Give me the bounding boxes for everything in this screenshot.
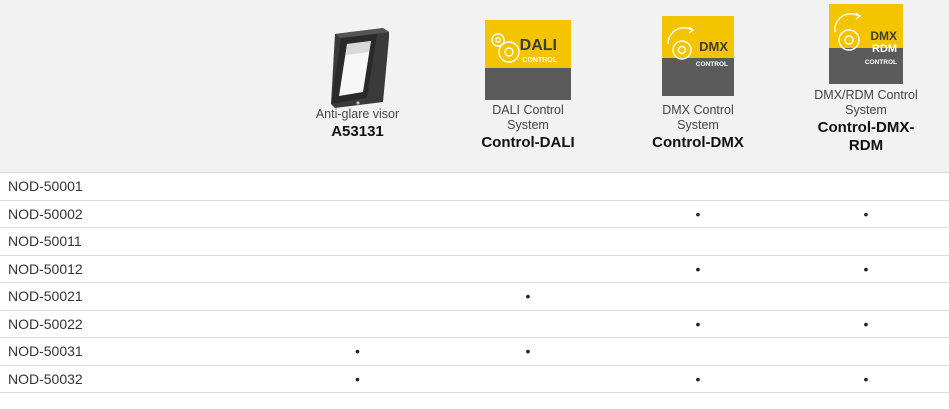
compatibility-mark: • bbox=[525, 343, 531, 360]
row-model-name: NOD-50022 bbox=[8, 315, 83, 332]
compatibility-mark: • bbox=[863, 205, 869, 222]
header-col-dmx-rdm: DMX RDM CONTROL DMX/RDM Control System C… bbox=[783, 0, 949, 172]
header-empty-cell bbox=[0, 0, 272, 172]
dali-subtitle: DALI Control System bbox=[492, 103, 564, 132]
compatibility-mark: • bbox=[695, 370, 701, 387]
row-model-name: NOD-50021 bbox=[8, 288, 83, 305]
dmx-badge-sub: CONTROL bbox=[696, 61, 728, 68]
compatibility-mark: • bbox=[695, 315, 701, 332]
row-model-name: NOD-50012 bbox=[8, 260, 83, 277]
header-col-visor: Anti-glare visor A53131 bbox=[272, 0, 443, 172]
table-row: NOD-50001 bbox=[0, 173, 949, 201]
dali-badge-sub: CONTROL bbox=[522, 57, 557, 64]
visor-code: A53131 bbox=[331, 123, 384, 140]
table-header: Anti-glare visor A53131 DALI CONTROL DAL… bbox=[0, 0, 949, 173]
header-col-dali: DALI CONTROL DALI Control System Control… bbox=[443, 0, 613, 172]
dmx-subtitle: DMX Control System bbox=[662, 103, 734, 132]
anti-glare-visor-icon bbox=[330, 28, 389, 108]
table-row: NOD-50032 • • • bbox=[0, 366, 949, 393]
table-row: NOD-50002 • • bbox=[0, 201, 949, 228]
row-model-name: NOD-50031 bbox=[8, 343, 83, 360]
compatibility-mark: • bbox=[355, 343, 360, 360]
dali-code: Control-DALI bbox=[481, 134, 575, 151]
table-row: NOD-50011 bbox=[0, 228, 949, 256]
dmx-control-badge: DMX CONTROL bbox=[662, 16, 734, 96]
dmx-rdm-code: Control-DMX-RDM bbox=[817, 119, 915, 154]
table-row: NOD-50012 • • bbox=[0, 256, 949, 283]
dmx-rdm-control-badge: DMX RDM CONTROL bbox=[829, 4, 903, 84]
table-row: NOD-50021 • bbox=[0, 283, 949, 311]
dmx-code: Control-DMX bbox=[652, 134, 744, 151]
dali-badge-title: DALI bbox=[520, 37, 557, 54]
row-model-name: NOD-50011 bbox=[8, 233, 82, 250]
table-row: NOD-50022 • • bbox=[0, 311, 949, 338]
compatibility-mark: • bbox=[695, 260, 701, 277]
visor-image bbox=[327, 0, 389, 108]
compatibility-mark: • bbox=[355, 370, 360, 387]
compatibility-table: Anti-glare visor A53131 DALI CONTROL DAL… bbox=[0, 0, 949, 393]
dmx-badge-title: DMX bbox=[699, 39, 728, 54]
compatibility-mark: • bbox=[863, 370, 869, 387]
row-model-name: NOD-50032 bbox=[8, 370, 83, 387]
table-body: NOD-50001 NOD-50002 • • NOD-50011 NOD-50012 • •… bbox=[0, 173, 949, 393]
visor-subtitle: Anti-glare visor bbox=[315, 107, 400, 121]
compatibility-mark: • bbox=[525, 288, 531, 305]
dali-control-badge: DALI CONTROL bbox=[485, 20, 571, 100]
compatibility-mark: • bbox=[863, 315, 869, 332]
dmx-rdm-badge-sub: CONTROL bbox=[865, 59, 897, 66]
compatibility-mark: • bbox=[695, 205, 701, 222]
compatibility-mark: • bbox=[863, 260, 869, 277]
dmx-rdm-badge-mid: RDM bbox=[872, 43, 897, 55]
row-model-name: NOD-50001 bbox=[8, 178, 83, 195]
dmx-rdm-subtitle: DMX/RDM Control System bbox=[814, 88, 918, 117]
header-col-dmx: DMX CONTROL DMX Control System Control-D… bbox=[613, 0, 783, 172]
table-row: NOD-50031 • • bbox=[0, 338, 949, 366]
row-model-name: NOD-50002 bbox=[8, 205, 83, 222]
dmx-rdm-badge-title: DMX bbox=[870, 29, 897, 43]
